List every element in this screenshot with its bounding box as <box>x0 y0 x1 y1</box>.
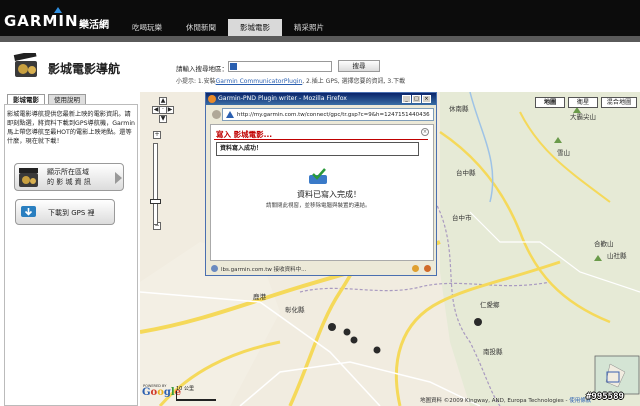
place-label: 鹿港 <box>253 293 266 301</box>
arrow-right-icon <box>115 172 122 184</box>
map-type-map[interactable]: 地圖 <box>535 97 565 108</box>
addon-icon <box>424 265 431 272</box>
minimize-button[interactable]: _ <box>402 95 411 103</box>
plugin-link[interactable]: Garmin CommunicatorPlugin <box>216 78 303 85</box>
download-to-gps-button[interactable]: 下載到 GPS 裡 <box>15 199 115 225</box>
close-icon[interactable]: × <box>421 128 429 136</box>
main-nav: 吃喝玩樂 休閒新聞 影城電影 精采照片 <box>120 19 336 36</box>
place-label: 山社縣 <box>607 252 627 260</box>
status-bar: lbs.garmin.com.tw 接收資料中... <box>210 264 434 274</box>
garmin-logo[interactable]: GARMIN. <box>4 7 86 30</box>
pan-reset-icon[interactable]: · <box>159 106 167 114</box>
page-title: 影城電影導航 <box>48 62 121 76</box>
success-message: 資料寫入成功！ <box>216 142 419 156</box>
heading-divider <box>214 139 428 140</box>
maximize-button[interactable]: □ <box>412 95 421 103</box>
back-icon[interactable] <box>212 110 221 119</box>
map-copyright: 地圖資料 ©2009 Kingway, AND, Europa Technolo… <box>420 398 592 404</box>
sidebar-panel <box>4 104 138 406</box>
search-label: 請輸入搜尋地區： <box>176 65 228 73</box>
nav-item-photos[interactable]: 精采照片 <box>282 19 336 36</box>
window-titlebar[interactable]: Garmin-PND Plugin writer - Mozilla Firef… <box>206 93 436 105</box>
place-label: 仁愛鄉 <box>480 301 500 309</box>
show-area-cinemas-button[interactable]: 顯示所在區域 的 影 城 資 訊 <box>14 163 124 191</box>
header-divider <box>0 36 640 42</box>
place-label: 南投縣 <box>483 348 503 356</box>
close-window-button[interactable]: × <box>422 95 431 103</box>
popup-content: 寫入 影城電影... × 資料寫入成功！ 資料已寫入完成！ 請關閉此視窗，並移除… <box>210 124 434 261</box>
download-gps-icon <box>21 206 36 217</box>
firefox-popup-window[interactable]: Garmin-PND Plugin writer - Mozilla Firef… <box>205 92 437 276</box>
film-reel-icon <box>19 168 38 187</box>
place-label: 大霸尖山 <box>570 113 596 121</box>
place-label: 台中市 <box>452 214 472 222</box>
search-input[interactable] <box>228 61 332 72</box>
place-label: 台中縣 <box>456 169 476 177</box>
search-icon <box>230 63 237 70</box>
page-icon <box>211 265 218 272</box>
brand-subtitle: 樂活網 <box>79 20 109 31</box>
top-header: GARMIN. 樂活網 吃喝玩樂 休閒新聞 影城電影 精采照片 <box>0 0 640 42</box>
checkmark-device-icon <box>309 168 327 184</box>
watermark: #995589 <box>586 392 624 402</box>
scale-bar <box>176 391 216 401</box>
search-button[interactable]: 搜尋 <box>338 60 380 72</box>
nav-item-food[interactable]: 吃喝玩樂 <box>120 19 174 36</box>
map-type-satellite[interactable]: 衛星 <box>568 97 598 108</box>
site-icon <box>226 111 234 118</box>
pan-up-icon[interactable]: ▲ <box>159 97 167 105</box>
url-bar[interactable]: http://my.garmin.com.tw/connect/gpc/tr.g… <box>212 108 434 121</box>
film-clapper-icon <box>13 53 37 77</box>
lock-icon <box>412 265 419 272</box>
map-type-hybrid[interactable]: 混合地圖 <box>601 97 637 108</box>
place-label: 雪山 <box>557 149 570 157</box>
sidebar-description: 影城電影導航提供您最新上映的電影資訊。請即刻點選，將資料下載到GPS導航機，Ga… <box>7 111 135 145</box>
place-label: 合歡山 <box>594 240 614 248</box>
zoom-in-button[interactable]: + <box>153 131 161 139</box>
pan-right-icon[interactable]: ▶ <box>166 106 174 114</box>
done-text: 資料已寫入完成！ <box>297 190 361 199</box>
zoom-slider-track[interactable] <box>153 143 158 225</box>
install-hint: 小提示: 1.安裝Garmin CommunicatorPlugin, 2.插上… <box>176 78 406 85</box>
logo-triangle-icon <box>54 7 62 13</box>
brand-name: GARMIN. <box>4 12 86 30</box>
firefox-icon <box>208 95 216 103</box>
place-label: 彰化縣 <box>285 306 305 314</box>
pan-down-icon[interactable]: ▼ <box>159 115 167 123</box>
zoom-slider-handle[interactable] <box>150 199 161 204</box>
place-label: 休南縣 <box>449 105 469 113</box>
disconnect-note: 請關閉此視窗，並移除電腦與裝置的連結。 <box>266 203 371 209</box>
nav-item-movies[interactable]: 影城電影 <box>228 19 282 36</box>
nav-item-news[interactable]: 休閒新聞 <box>174 19 228 36</box>
